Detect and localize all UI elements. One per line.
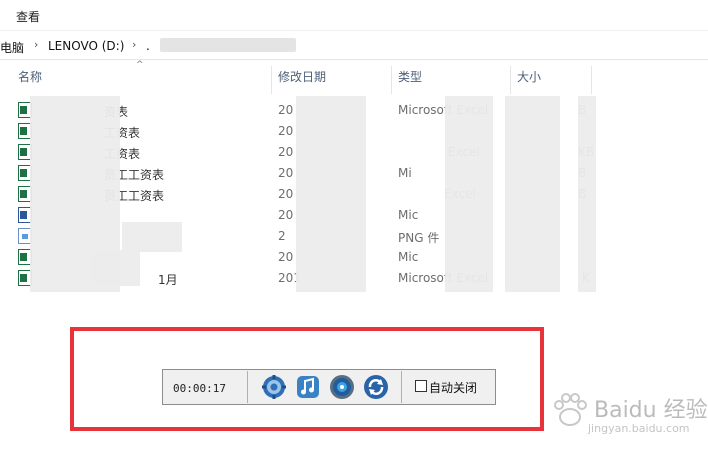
breadcrumb-drive[interactable]: LENOVO (D:) <box>48 39 124 53</box>
column-divider[interactable] <box>591 66 592 94</box>
settings-gear-icon[interactable] <box>261 374 287 400</box>
file-date: 20 <box>278 145 294 159</box>
file-type: PNG 件 <box>398 231 440 245</box>
file-date: 20 <box>278 250 294 264</box>
chevron-right-icon[interactable]: › <box>132 38 136 51</box>
privacy-blur <box>445 96 493 292</box>
elapsed-time: 00:00:17 <box>173 382 226 395</box>
file-date: 2 <box>278 229 286 243</box>
refresh-icon[interactable] <box>363 374 389 400</box>
breadcrumb-this-pc[interactable]: 电脑 <box>0 39 24 56</box>
record-icon[interactable] <box>329 374 355 400</box>
privacy-blur <box>578 96 596 292</box>
file-type: Mi <box>398 166 412 180</box>
column-header-size[interactable]: 大小 <box>517 68 541 94</box>
privacy-blur <box>505 96 560 292</box>
file-date: 20 <box>278 103 294 117</box>
file-date: 20 <box>278 187 294 201</box>
column-header-type[interactable]: 类型 <box>398 68 422 94</box>
privacy-blur <box>90 250 140 286</box>
column-divider[interactable] <box>271 66 272 94</box>
view-menu-tab[interactable]: 查看 <box>16 8 40 25</box>
file-date: 20 <box>278 124 294 138</box>
address-bar[interactable]: 电脑 › LENOVO (D:) › . <box>0 33 708 60</box>
auto-close-checkbox[interactable] <box>415 380 427 392</box>
column-divider[interactable] <box>510 66 511 94</box>
baidu-watermark: Baidu 经验 jingyan.baidu.com <box>548 388 708 448</box>
paw-logo-icon <box>554 393 587 426</box>
breadcrumb-folder[interactable]: . <box>146 39 150 53</box>
column-divider[interactable] <box>391 66 392 94</box>
watermark-url: jingyan.baidu.com <box>588 422 690 435</box>
recorder-toolbar: 00:00:17 自动关闭 <box>162 369 496 405</box>
file-date: 20 <box>278 166 294 180</box>
privacy-blur <box>296 96 366 292</box>
watermark-brand: Baidu 经验 <box>594 398 708 423</box>
auto-close-label[interactable]: 自动关闭 <box>429 379 477 396</box>
file-type: Mic <box>398 208 419 222</box>
privacy-blur <box>122 222 182 252</box>
file-type: Mic <box>398 250 419 264</box>
blurred-path <box>160 38 296 52</box>
toolbar-separator <box>247 371 248 403</box>
sort-ascending-icon: ^ <box>136 60 144 70</box>
music-note-icon[interactable] <box>295 374 321 400</box>
file-name: 1月 <box>158 273 178 287</box>
ribbon-menubar: 查看 <box>0 0 708 31</box>
file-date: 20 <box>278 208 294 222</box>
column-header-date[interactable]: 修改日期 <box>278 68 326 94</box>
column-header-name[interactable]: 名称 <box>18 68 42 94</box>
toolbar-separator <box>401 371 402 403</box>
chevron-right-icon[interactable]: › <box>34 38 38 51</box>
